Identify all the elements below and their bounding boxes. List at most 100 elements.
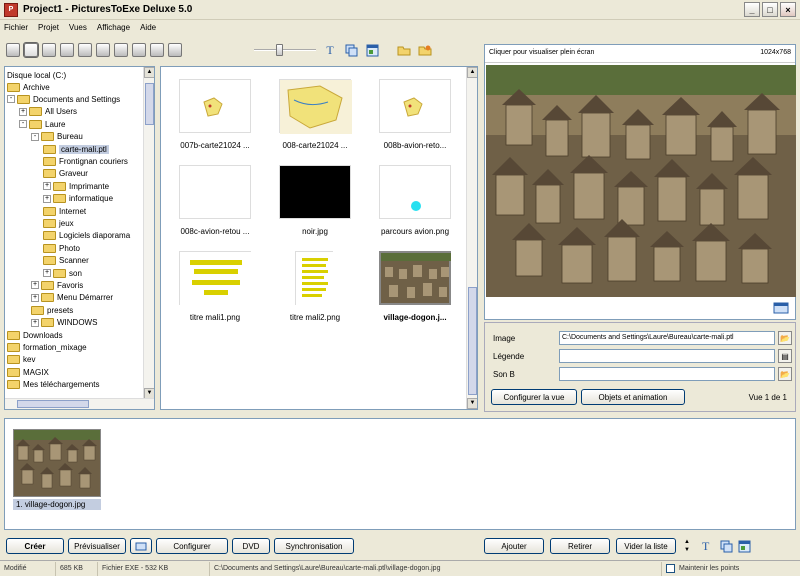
file-thumbnail[interactable]: parcours avion.png xyxy=(365,157,465,249)
tree-item[interactable]: + son xyxy=(43,267,82,279)
file-thumbnail[interactable]: 008b-avion-reto... xyxy=(365,71,465,163)
tree-item[interactable]: Frontignan couriers xyxy=(43,155,128,167)
tree-item[interactable]: + Imprimante xyxy=(43,180,109,192)
tree-item[interactable]: - Laure xyxy=(19,118,65,130)
folder-tree[interactable]: Disque local (C:) Archive - Documents and … xyxy=(4,66,155,410)
window-icon[interactable] xyxy=(738,540,751,555)
tree-root[interactable]: Disque local (C:) xyxy=(7,69,66,81)
sync-button[interactable]: Synchronisation xyxy=(274,538,354,554)
create-button[interactable]: Créer xyxy=(6,538,64,554)
menu-vues[interactable]: Vues xyxy=(69,23,87,32)
tree-item[interactable]: Downloads xyxy=(7,329,63,341)
browse-image-button[interactable]: 📂 xyxy=(778,331,792,345)
tree-expander[interactable]: + xyxy=(31,318,39,327)
tree-item[interactable]: presets xyxy=(31,304,73,316)
drive-icon[interactable] xyxy=(23,42,39,58)
drive-icon[interactable] xyxy=(132,43,146,57)
copy-icon[interactable] xyxy=(720,540,733,555)
maximize-button[interactable]: □ xyxy=(762,2,778,17)
tree-expander[interactable]: - xyxy=(31,132,39,141)
remove-button[interactable]: Retirer xyxy=(550,538,610,554)
menu-fichier[interactable]: Fichier xyxy=(4,23,28,32)
drive-icon[interactable] xyxy=(60,43,74,57)
menu-aide[interactable]: Aide xyxy=(140,23,156,32)
tree-item[interactable]: Graveur xyxy=(43,168,88,180)
menu-affichage[interactable]: Affichage xyxy=(97,23,130,32)
tree-item[interactable]: Archive xyxy=(7,81,50,93)
tree-vertical-scrollbar[interactable]: ▲ ▼ xyxy=(143,67,154,399)
tree-expander[interactable]: - xyxy=(19,120,27,129)
clear-list-button[interactable]: Vider la liste xyxy=(616,538,676,554)
tree-item[interactable]: + All Users xyxy=(19,106,77,118)
file-thumbnail[interactable]: village-dogon.j... xyxy=(365,243,465,335)
tree-item[interactable]: formation_mixage xyxy=(7,341,87,353)
slide-list[interactable]: 1. village-dogon.jpg xyxy=(4,418,796,530)
file-thumbnail[interactable]: titre mali2.png xyxy=(265,243,365,335)
preview-image[interactable] xyxy=(486,65,796,297)
tree-item[interactable]: + informatique xyxy=(43,193,113,205)
thumbnail-size-slider[interactable] xyxy=(254,43,316,57)
tree-item[interactable]: - Bureau xyxy=(31,131,83,143)
tree-item[interactable]: jeux xyxy=(43,217,74,229)
legend-edit-button[interactable]: ▤ xyxy=(778,349,792,363)
add-button[interactable]: Ajouter xyxy=(484,538,544,554)
file-thumbnail[interactable]: titre mali1.png xyxy=(165,243,265,335)
file-thumbnails[interactable]: 007b-carte21024 ... 008-carte21024 ... 008… xyxy=(160,66,478,410)
dvd-button[interactable]: DVD xyxy=(232,538,270,554)
configure-button[interactable]: Configurer xyxy=(156,538,228,554)
text-icon[interactable]: T xyxy=(323,43,337,57)
tree-expander[interactable]: + xyxy=(31,293,39,302)
tree-item[interactable]: + WINDOWS xyxy=(31,317,97,329)
file-thumbnail[interactable]: 008-carte21024 ... xyxy=(265,71,365,163)
tree-expander[interactable]: + xyxy=(31,281,39,290)
tree-item[interactable]: + Menu Démarrer xyxy=(31,292,113,304)
menu-projet[interactable]: Projet xyxy=(38,23,59,32)
tree-item[interactable]: Internet xyxy=(43,205,86,217)
window-icon[interactable] xyxy=(365,43,379,57)
drive-icon[interactable] xyxy=(6,43,20,57)
file-thumbnail[interactable]: 007b-carte21024 ... xyxy=(165,71,265,163)
drive-icon[interactable] xyxy=(96,43,110,57)
keep-points-checkbox[interactable] xyxy=(666,564,675,573)
tree-item[interactable]: MAGIX xyxy=(7,366,49,378)
legend-field[interactable] xyxy=(559,349,775,363)
tree-expander[interactable]: + xyxy=(43,194,51,203)
drive-icon[interactable] xyxy=(114,43,128,57)
copy-icon[interactable] xyxy=(344,43,358,57)
tree-item[interactable]: + Favoris xyxy=(31,279,83,291)
tree-expander[interactable]: - xyxy=(7,95,15,104)
screen-button[interactable] xyxy=(130,538,152,554)
drive-icon[interactable] xyxy=(150,43,164,57)
tree-expander[interactable]: + xyxy=(19,107,27,116)
folder-up-icon[interactable] xyxy=(397,43,411,57)
browse-sound-button[interactable]: 📂 xyxy=(778,367,792,381)
tree-item[interactable]: Scanner xyxy=(43,255,89,267)
preview-panel[interactable]: Cliquer pour visualiser plein écran 1024… xyxy=(484,44,796,320)
tree-item[interactable]: Logiciels diaporama xyxy=(43,230,130,242)
new-folder-icon[interactable] xyxy=(418,43,432,57)
slide-item[interactable]: 1. village-dogon.jpg xyxy=(13,429,101,511)
minimize-button[interactable]: _ xyxy=(744,2,760,17)
file-thumbnail[interactable]: 008c-avion-retou ... xyxy=(165,157,265,249)
tree-item[interactable]: - Documents and Settings xyxy=(7,93,120,105)
tree-horizontal-scrollbar[interactable] xyxy=(5,398,154,409)
files-vertical-scrollbar[interactable]: ▲ ▼ xyxy=(466,67,477,409)
sound-field[interactable] xyxy=(559,367,775,381)
tree-expander[interactable]: + xyxy=(43,182,51,191)
objects-animation-button[interactable]: Objets et animation xyxy=(581,389,685,405)
move-arrows[interactable]: ▲ ▼ xyxy=(682,538,692,554)
tree-item[interactable]: Photo xyxy=(43,242,80,254)
tree-item[interactable]: carte-mali.ptl xyxy=(43,143,109,155)
fullscreen-icon[interactable] xyxy=(773,301,789,315)
drive-icon[interactable] xyxy=(168,43,182,57)
tree-expander[interactable]: + xyxy=(43,269,51,277)
file-thumbnail[interactable]: noir.jpg xyxy=(265,157,365,249)
close-button[interactable]: × xyxy=(780,2,796,17)
image-field[interactable]: C:\Documents and Settings\Laure\Bureau\c… xyxy=(559,331,775,345)
tree-item[interactable]: Mes téléchargements xyxy=(7,379,99,391)
preview-button[interactable]: Prévisualiser xyxy=(68,538,126,554)
drive-icon[interactable] xyxy=(42,43,56,57)
text-icon[interactable]: T xyxy=(702,539,709,554)
tree-item[interactable]: kev xyxy=(7,354,35,366)
configure-view-button[interactable]: Configurer la vue xyxy=(491,389,577,405)
